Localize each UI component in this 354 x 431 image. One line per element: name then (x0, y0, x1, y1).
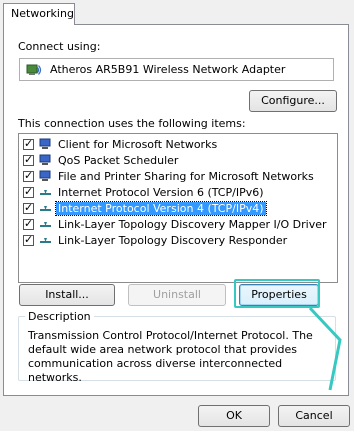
uninstall-button[interactable]: Uninstall (128, 284, 226, 306)
description-group: Description Transmission Control Protoco… (18, 310, 336, 384)
item-checkbox[interactable]: ✓ (23, 185, 34, 198)
connection-items-list[interactable]: ✓ Client for Microsoft Networks ✓ QoS Pa… (18, 133, 338, 283)
network-client-icon (39, 154, 51, 165)
item-checkbox[interactable]: ✓ (23, 201, 34, 214)
item-label: Internet Protocol Version 6 (TCP/IPv6) (58, 186, 264, 199)
list-item[interactable]: ✓ Link-Layer Topology Discovery Responde… (23, 233, 333, 249)
description-text: Transmission Control Protocol/Internet P… (28, 329, 313, 384)
list-item[interactable]: ✓ Link-Layer Topology Discovery Mapper I… (23, 217, 333, 233)
item-label: Link-Layer Topology Discovery Responder (58, 234, 288, 247)
list-item[interactable]: ✓ Client for Microsoft Networks (23, 137, 333, 153)
ok-button[interactable]: OK (198, 405, 270, 427)
item-label: Link-Layer Topology Discovery Mapper I/O… (58, 218, 327, 231)
protocol-icon (40, 190, 51, 195)
network-adapter-icon (26, 64, 42, 75)
protocol-icon (40, 238, 51, 243)
item-label: Internet Protocol Version 4 (TCP/IPv4) (55, 201, 267, 216)
protocol-icon (40, 206, 51, 211)
list-item-selected[interactable]: ✓ Internet Protocol Version 4 (TCP/IPv4) (23, 201, 333, 217)
item-checkbox[interactable]: ✓ (23, 233, 34, 246)
item-label: File and Printer Sharing for Microsoft N… (58, 170, 314, 183)
item-checkbox[interactable]: ✓ (23, 137, 34, 150)
adapter-box: Atheros AR5B91 Wireless Network Adapter (19, 58, 334, 81)
connect-using-label: Connect using: (18, 40, 101, 53)
network-client-icon (39, 170, 51, 181)
item-checkbox[interactable]: ✓ (23, 217, 34, 230)
protocol-icon (40, 222, 51, 227)
networking-panel: Connect using: Atheros AR5B91 Wireless N… (3, 24, 349, 396)
items-label: This connection uses the following items… (18, 117, 246, 130)
network-client-icon (39, 138, 51, 149)
cancel-button[interactable]: Cancel (278, 405, 350, 427)
list-item[interactable]: ✓ QoS Packet Scheduler (23, 153, 333, 169)
item-checkbox[interactable]: ✓ (23, 153, 34, 166)
item-checkbox[interactable]: ✓ (23, 169, 34, 182)
list-item[interactable]: ✓ File and Printer Sharing for Microsoft… (23, 169, 333, 185)
configure-button[interactable]: Configure... (249, 90, 337, 112)
tab-networking[interactable]: Networking (3, 3, 75, 25)
item-label: QoS Packet Scheduler (58, 154, 179, 167)
adapter-name: Atheros AR5B91 Wireless Network Adapter (50, 63, 286, 76)
item-label: Client for Microsoft Networks (58, 138, 218, 151)
install-button[interactable]: Install... (19, 284, 115, 306)
description-legend: Description (25, 310, 94, 323)
list-item[interactable]: ✓ Internet Protocol Version 6 (TCP/IPv6) (23, 185, 333, 201)
